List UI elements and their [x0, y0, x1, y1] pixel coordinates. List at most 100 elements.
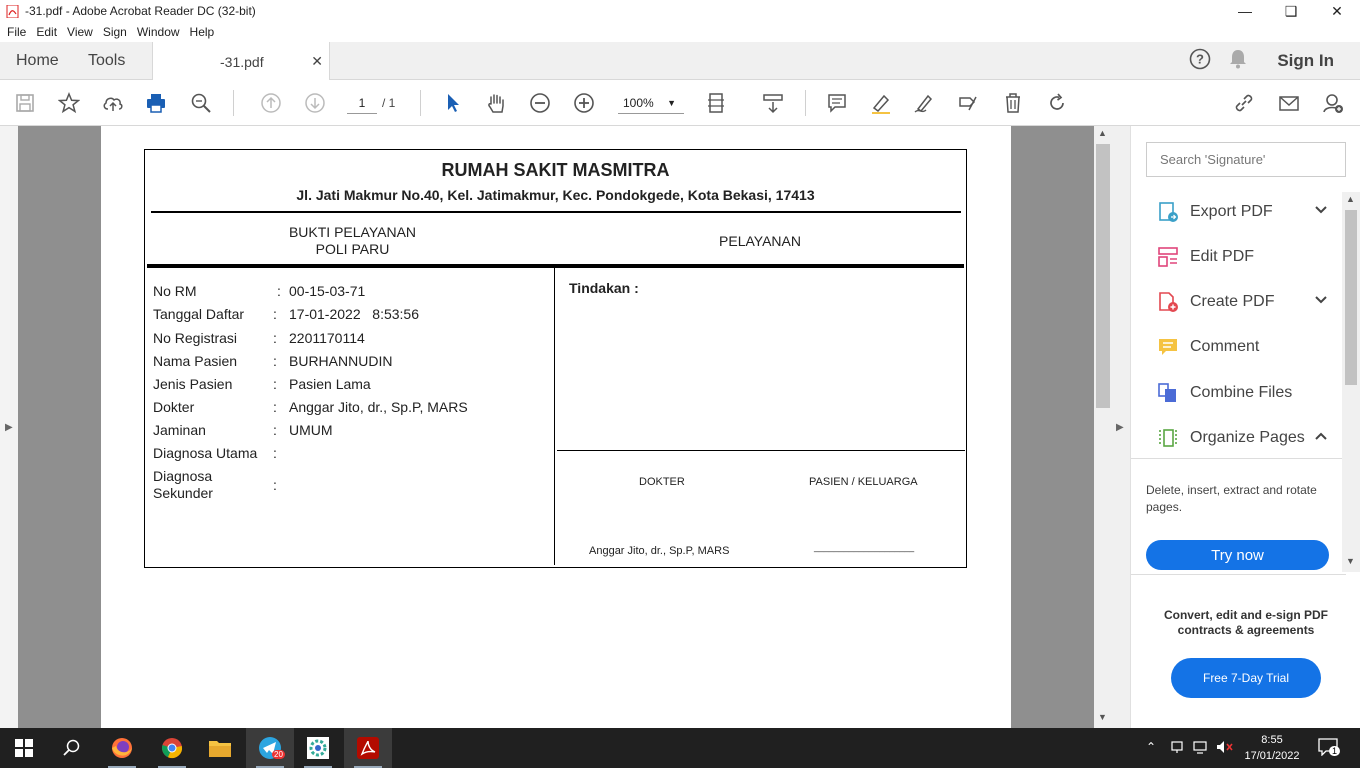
start-button[interactable] [0, 728, 48, 768]
service-receipt-form: RUMAH SAKIT MASMITRA Jl. Jati Makmur No.… [144, 149, 967, 568]
field-label: Nama Pasien [153, 353, 238, 369]
minimize-button[interactable]: — [1222, 0, 1268, 22]
tab-home[interactable]: Home [16, 42, 59, 80]
firefox-icon[interactable] [98, 728, 146, 768]
delete-trash-icon[interactable] [1000, 90, 1026, 116]
highlight-pen-icon[interactable] [868, 90, 894, 116]
hospital-address: Jl. Jati Makmur No.40, Kel. Jatimakmur, … [296, 187, 815, 203]
menu-sign[interactable]: Sign [103, 25, 127, 39]
tab-document[interactable]: -31.pdf ✕ [152, 42, 330, 81]
help-icon[interactable]: ? [1189, 48, 1211, 75]
tool-edit-pdf[interactable]: Edit PDF [1156, 242, 1254, 272]
next-page-icon[interactable] [302, 90, 328, 116]
header-divider [151, 211, 961, 213]
previous-page-icon[interactable] [258, 90, 284, 116]
scrolling-mode-icon[interactable] [760, 90, 786, 116]
save-icon[interactable] [12, 90, 38, 116]
volume-muted-icon[interactable] [1216, 740, 1234, 759]
rotate-icon[interactable] [1044, 90, 1070, 116]
toolbar-separator [805, 90, 806, 116]
notifications-bell-icon[interactable] [1229, 49, 1247, 74]
clock[interactable]: 8:55 17/01/2022 [1242, 732, 1302, 764]
comment-icon[interactable] [824, 90, 850, 116]
display-icon[interactable] [1193, 740, 1207, 759]
fill-sign-icon[interactable] [955, 90, 981, 116]
free-trial-button[interactable]: Free 7-Day Trial [1171, 658, 1321, 698]
field-row: Dokter: Anggar Jito, dr., Sp.P, MARS [153, 399, 468, 415]
network-icon[interactable] [1170, 740, 1184, 759]
toolbar-separator [420, 90, 421, 116]
scrollbar-thumb[interactable] [1096, 144, 1110, 408]
bookmark-star-icon[interactable] [56, 90, 82, 116]
tool-organize-pages[interactable]: Organize Pages [1156, 423, 1327, 453]
close-window-button[interactable]: ✕ [1314, 0, 1360, 22]
chevron-down-icon: ▼ [667, 97, 676, 108]
notification-center-icon[interactable]: 1 [1318, 738, 1341, 761]
tools-search-input[interactable]: Search 'Signature' [1146, 142, 1346, 177]
collapse-right-panel-icon[interactable]: ▶ [1116, 422, 1124, 433]
chrome-icon[interactable] [148, 728, 196, 768]
field-row: Tanggal Daftar:17-01-2022 8:53:56 [153, 306, 419, 322]
field-value: 17-01-2022 8:53:56 [289, 306, 419, 322]
zoom-out-icon[interactable] [527, 90, 553, 116]
signature-divider [557, 450, 965, 451]
email-icon[interactable] [1276, 90, 1302, 116]
doctor-signature-name: Anggar Jito, dr., Sp.P, MARS [589, 545, 730, 557]
menu-file[interactable]: File [7, 25, 26, 39]
chevron-up-icon[interactable] [1314, 430, 1328, 444]
telegram-icon[interactable]: 20 [246, 728, 294, 768]
right-panel-rail: ▶ [1112, 126, 1130, 728]
try-now-button[interactable]: Try now [1146, 540, 1329, 570]
scrollbar-thumb[interactable] [1345, 210, 1357, 385]
share-link-icon[interactable] [1231, 90, 1257, 116]
zoom-in-icon[interactable] [571, 90, 597, 116]
scroll-up-icon[interactable]: ▲ [1346, 194, 1355, 204]
search-icon[interactable] [48, 728, 96, 768]
tab-tools[interactable]: Tools [88, 42, 125, 80]
field-row: Diagnosa Utama: [153, 445, 277, 461]
select-cursor-icon[interactable] [440, 90, 466, 116]
print-icon[interactable] [143, 90, 169, 116]
scroll-down-icon[interactable]: ▼ [1098, 712, 1107, 722]
scroll-up-icon[interactable]: ▲ [1098, 128, 1107, 138]
tools-pane-scrollbar[interactable]: ▲ ▼ [1342, 192, 1360, 572]
tool-label: Export PDF [1190, 203, 1273, 220]
menu-help[interactable]: Help [190, 25, 215, 39]
receipt-title: BUKTI PELAYANAN POLI PARU [225, 224, 480, 258]
menu-bar: File Edit View Sign Window Help [0, 22, 1360, 42]
page-number-input[interactable]: 1 [347, 92, 377, 114]
app-gear-icon[interactable] [294, 728, 342, 768]
upload-cloud-icon[interactable] [100, 90, 126, 116]
field-label: Diagnosa Sekunder [153, 468, 213, 501]
menu-view[interactable]: View [67, 25, 93, 39]
show-hidden-icons-icon[interactable]: ⌃ [1146, 740, 1156, 754]
acrobat-taskbar-icon[interactable] [344, 728, 392, 768]
menu-edit[interactable]: Edit [36, 25, 57, 39]
zoom-level-select[interactable]: 100% ▼ [618, 92, 684, 114]
scroll-down-icon[interactable]: ▼ [1346, 556, 1355, 566]
menu-window[interactable]: Window [137, 25, 180, 39]
maximize-button[interactable]: ❑ [1268, 0, 1314, 22]
zoom-search-icon[interactable] [188, 90, 214, 116]
document-scrollbar[interactable]: ▲ ▼ [1094, 126, 1112, 728]
pane-divider [1131, 458, 1346, 459]
tool-combine-files[interactable]: Combine Files [1156, 378, 1292, 408]
file-explorer-icon[interactable] [196, 728, 244, 768]
add-user-icon[interactable] [1320, 90, 1346, 116]
tool-create-pdf[interactable]: Create PDF [1156, 287, 1327, 317]
tool-export-pdf[interactable]: Export PDF [1156, 197, 1327, 227]
expand-left-panel-icon[interactable]: ▶ [5, 422, 13, 433]
hand-tool-icon[interactable] [483, 90, 509, 116]
export-pdf-icon [1156, 200, 1180, 224]
chevron-down-icon[interactable] [1314, 294, 1328, 308]
field-label: Tanggal Daftar [153, 306, 245, 322]
pane-divider [1131, 574, 1346, 575]
sign-in-button[interactable]: Sign In [1277, 51, 1334, 71]
close-tab-icon[interactable]: ✕ [311, 53, 323, 70]
page-fit-icon[interactable] [704, 90, 730, 116]
chevron-down-icon[interactable] [1314, 204, 1328, 218]
draw-sign-icon[interactable] [911, 90, 937, 116]
tool-comment[interactable]: Comment [1156, 332, 1259, 362]
page-total: / 1 [382, 96, 396, 110]
clock-date: 17/01/2022 [1244, 750, 1300, 762]
